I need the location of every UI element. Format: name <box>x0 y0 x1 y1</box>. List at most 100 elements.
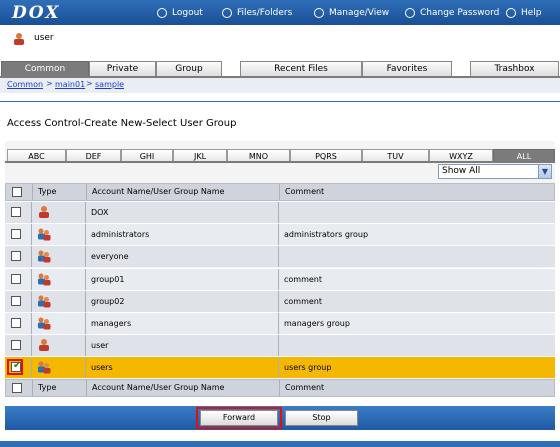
account-comment: users group <box>284 363 332 373</box>
change-password-label: Change Password <box>420 7 500 18</box>
breadcrumb-common[interactable]: Common <box>7 80 43 89</box>
column-divider <box>31 290 32 312</box>
account-name: DOX <box>91 208 109 217</box>
column-divider <box>85 357 86 379</box>
filter-select[interactable]: Show All ▼ <box>438 164 552 179</box>
row-checkbox[interactable] <box>11 207 21 217</box>
column-header-comment[interactable]: Comment <box>285 187 324 196</box>
group-icon <box>38 250 51 263</box>
group-icon <box>38 273 51 286</box>
user-icon <box>39 339 49 352</box>
table-row[interactable]: everyone <box>5 245 555 268</box>
account-name: managers <box>91 319 132 328</box>
select-all-checkbox-bottom[interactable] <box>12 383 22 393</box>
help-link[interactable]: Help <box>506 0 542 25</box>
tab-trashbox[interactable]: Trashbox <box>470 61 559 76</box>
breadcrumb-separator: > <box>46 79 53 88</box>
column-header-type[interactable]: Type <box>38 383 56 392</box>
alpha-tab-divider <box>5 161 555 163</box>
column-divider <box>278 335 279 357</box>
user-icon <box>14 33 24 45</box>
column-divider <box>278 224 279 246</box>
column-divider <box>85 313 86 334</box>
table-row[interactable]: group02 comment <box>5 289 555 312</box>
column-divider <box>32 380 33 396</box>
row-checkbox[interactable] <box>11 340 21 351</box>
column-divider <box>278 202 279 223</box>
tab-group[interactable]: Group <box>156 61 222 76</box>
column-divider <box>85 268 86 290</box>
row-checkbox[interactable] <box>11 318 21 328</box>
table-row[interactable]: managers managers group <box>5 312 555 334</box>
table-row[interactable]: administrators administrators group <box>5 223 555 246</box>
account-name: group02 <box>91 296 125 306</box>
row-checkbox[interactable]: ✔ <box>11 360 21 373</box>
tab-common[interactable]: Common <box>1 61 89 76</box>
column-divider <box>31 202 32 223</box>
tab-favorites[interactable]: Favorites <box>362 61 452 76</box>
column-header-comment[interactable]: Comment <box>285 383 324 392</box>
change-password-icon <box>405 7 415 18</box>
column-divider <box>278 313 279 334</box>
manage-view-label: Manage/View <box>329 7 390 18</box>
column-divider <box>85 290 86 312</box>
files-folders-icon <box>222 7 232 18</box>
column-header-name[interactable]: Account Name/User Group Name <box>92 187 224 196</box>
breadcrumb-sample[interactable]: sample <box>95 80 124 89</box>
column-divider <box>31 224 32 246</box>
account-name: user <box>91 341 109 351</box>
app-logo: DOX <box>12 3 61 23</box>
account-name: everyone <box>91 252 129 262</box>
chevron-down-icon[interactable]: ▼ <box>538 165 551 178</box>
logout-icon <box>157 7 167 18</box>
column-divider <box>278 357 279 379</box>
user-icon <box>39 206 49 218</box>
column-divider <box>85 202 86 223</box>
manage-view-link[interactable]: Manage/View <box>314 0 389 25</box>
column-header-type[interactable]: Type <box>38 187 56 196</box>
account-comment: comment <box>284 296 323 306</box>
account-comment: managers group <box>284 319 350 328</box>
page-title: Access Control-Create New-Select User Gr… <box>7 118 237 129</box>
breadcrumb-separator: > <box>86 79 93 88</box>
column-header-name[interactable]: Account Name/User Group Name <box>92 383 224 392</box>
breadcrumb: Common > main01 > sample <box>0 78 560 93</box>
column-divider <box>31 335 32 357</box>
top-bar: DOX Logout Files/Folders Manage/View Cha… <box>0 0 560 25</box>
stop-button[interactable]: Stop <box>285 410 358 426</box>
table-row[interactable]: user <box>5 334 555 357</box>
column-divider <box>279 380 280 396</box>
column-divider <box>278 246 279 268</box>
group-icon <box>38 361 51 374</box>
group-icon <box>38 295 51 308</box>
group-icon <box>38 317 51 330</box>
table-header: Type Account Name/User Group Name Commen… <box>5 183 555 201</box>
table-row[interactable]: DOX <box>5 201 555 223</box>
manage-view-icon <box>314 7 324 18</box>
account-comment: administrators group <box>284 230 369 240</box>
column-divider <box>85 224 86 246</box>
row-checkbox[interactable] <box>11 251 21 262</box>
column-divider <box>32 184 33 200</box>
logout-label: Logout <box>172 7 203 18</box>
forward-button[interactable]: Forward <box>200 410 278 426</box>
account-name: users <box>91 363 113 373</box>
help-label: Help <box>521 7 542 18</box>
row-checkbox[interactable] <box>11 295 21 306</box>
row-checkbox[interactable] <box>11 229 21 240</box>
tab-recent-files[interactable]: Recent Files <box>240 61 362 76</box>
files-folders-link[interactable]: Files/Folders <box>222 0 292 25</box>
tab-private[interactable]: Private <box>89 61 156 76</box>
change-password-link[interactable]: Change Password <box>405 0 499 25</box>
files-folders-label: Files/Folders <box>237 7 293 18</box>
table-row[interactable]: group01 comment <box>5 267 555 290</box>
column-divider <box>86 184 87 200</box>
row-checkbox[interactable] <box>11 273 21 284</box>
logout-link[interactable]: Logout <box>157 0 203 25</box>
table-row[interactable]: ✔ users users group <box>5 356 555 379</box>
column-divider <box>85 335 86 357</box>
account-name: administrators <box>91 230 150 240</box>
select-all-checkbox[interactable] <box>12 187 22 197</box>
breadcrumb-main01[interactable]: main01 <box>55 80 85 89</box>
user-bar: user <box>0 25 560 61</box>
